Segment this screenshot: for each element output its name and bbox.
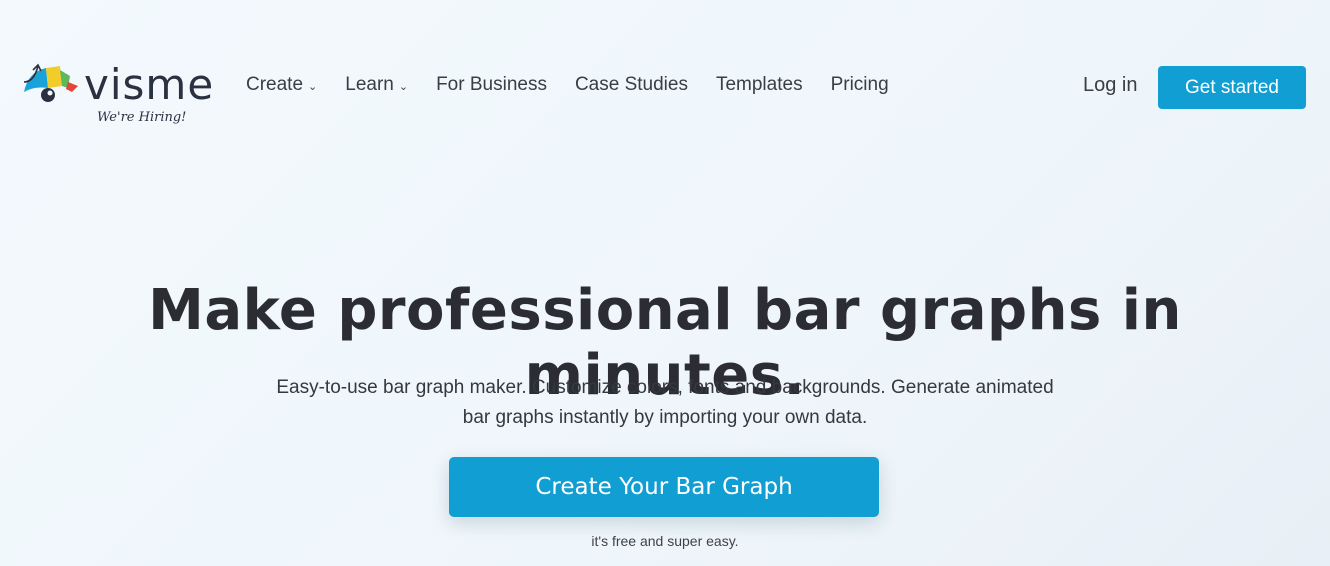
nav-for-business[interactable]: For Business	[436, 74, 547, 96]
chevron-down-icon: ⌄	[398, 80, 409, 93]
nav-learn[interactable]: Learn ⌄	[345, 74, 408, 96]
nav-templates[interactable]: Templates	[716, 74, 803, 96]
visme-logo[interactable]: visme We're Hiring!	[22, 62, 222, 132]
nav-case-studies[interactable]: Case Studies	[575, 74, 688, 96]
main-nav: Create ⌄ Learn ⌄ For Business Case Studi…	[246, 74, 917, 96]
arrow-up-icon	[23, 63, 42, 83]
chevron-down-icon: ⌄	[308, 80, 318, 93]
nav-create[interactable]: Create ⌄	[246, 74, 317, 96]
login-link[interactable]: Log in	[1083, 74, 1138, 97]
hero-subtitle: Easy-to-use bar graph maker. Customize c…	[276, 377, 1054, 428]
nav-pricing[interactable]: Pricing	[831, 74, 889, 96]
nav-learn-label: Learn	[345, 74, 394, 95]
hiring-link[interactable]: We're Hiring!	[97, 110, 186, 125]
brand-name: visme	[84, 60, 215, 109]
nav-create-label: Create	[246, 74, 304, 95]
get-started-button[interactable]: Get started	[1158, 66, 1306, 109]
create-bar-graph-button[interactable]: Create Your Bar Graph	[449, 457, 879, 517]
cta-note: it's free and super easy.	[591, 533, 739, 549]
